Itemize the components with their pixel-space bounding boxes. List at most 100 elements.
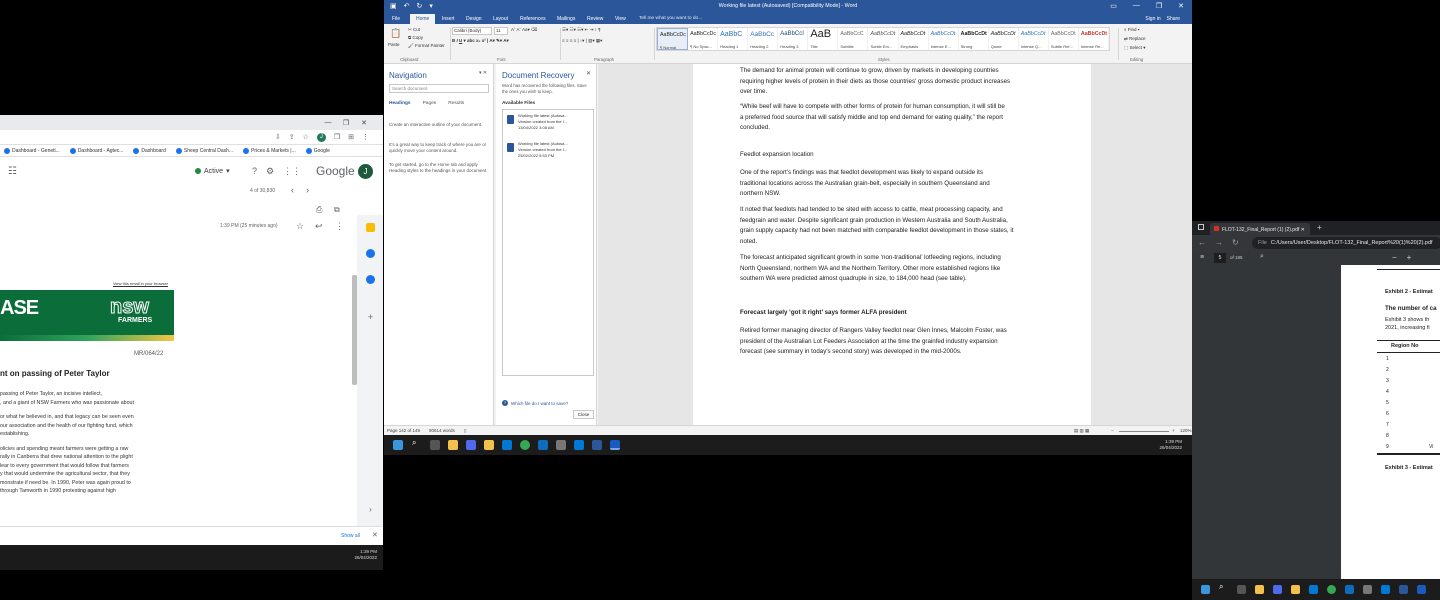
zoom-out-icon[interactable]: − (1392, 253, 1397, 262)
apps-grid-icon[interactable]: ⋮⋮ (283, 166, 301, 177)
file-explorer-icon[interactable] (1255, 585, 1264, 594)
folder-icon[interactable] (484, 440, 494, 450)
tab-view[interactable]: View (615, 16, 626, 22)
font-name-select[interactable]: Calibri (Body) (452, 27, 492, 35)
tasks-icon[interactable] (366, 249, 375, 258)
app-icon[interactable] (556, 440, 566, 450)
style-quote[interactable]: AaBbCcDt Quote (989, 28, 1019, 50)
zoom-out-button[interactable]: − (1111, 428, 1114, 433)
tab-layout[interactable]: Layout (493, 16, 508, 22)
format-painter-button[interactable]: 🖌 Format Painter (408, 43, 445, 49)
status-dropdown[interactable]: Active ▾ (195, 167, 230, 175)
list-controls[interactable]: ☰▾ ☷▾ ☵▾ ⇤ ⇥ ↕ ¶ (562, 27, 601, 33)
view-mode-icons[interactable]: ▤ ▥ ▦ (1074, 428, 1089, 434)
close-button[interactable]: ✕ (359, 119, 369, 127)
tab-review[interactable]: Review (587, 16, 603, 22)
navigation-search-input[interactable]: Search document (389, 84, 489, 93)
pdf-page[interactable]: Exhibit 2 - Estimat The number of ca Exh… (1341, 265, 1440, 579)
chevron-left-icon[interactable]: ‹ (291, 185, 294, 195)
tab-insert[interactable]: Insert (442, 16, 455, 22)
proofing-icon[interactable]: ▯ (464, 428, 466, 434)
filter-icon[interactable]: ☷ (8, 166, 17, 177)
search-icon[interactable]: ⌕ (412, 438, 422, 448)
page-count[interactable]: Page 142 of 149 (387, 428, 420, 433)
share-icon[interactable]: ⇪ (289, 133, 295, 141)
word-icon[interactable] (1399, 585, 1408, 594)
bookmark-item[interactable]: Prices & Markets |... (243, 147, 296, 154)
print-icon[interactable]: ⎙ (316, 205, 322, 215)
alignment-controls[interactable]: ≡ ≡ ≡ ≡ | ↕▾ | ▥▾ ▦▾ (562, 38, 602, 44)
bookmark-item[interactable]: Dashboard (133, 147, 166, 154)
font-size-controls[interactable]: Aˆ Aˇ Aa▾ ⌫ (511, 27, 537, 33)
chrome-icon[interactable] (520, 440, 530, 450)
search-icon[interactable]: ⌕ (1219, 582, 1228, 591)
style-heading-1[interactable]: AaBbC Heading 1 (718, 28, 749, 50)
more-icon[interactable]: ⋮ (335, 221, 344, 232)
gear-icon[interactable]: ⚙ (266, 166, 274, 177)
style-intense-emphasis[interactable]: AaBbCcDt Intense E... (929, 28, 959, 50)
tab-results[interactable]: Results (448, 101, 464, 106)
style-intense-reference[interactable]: AaBbCcDt Intense Re... (1079, 28, 1109, 50)
bookmark-item[interactable]: Dashboard - Agtec... (69, 147, 123, 154)
zoom-slider[interactable] (1119, 431, 1169, 432)
word-active-icon[interactable] (610, 440, 620, 450)
reply-icon[interactable]: ↩ (315, 221, 323, 232)
word-count[interactable]: 90614 words (429, 428, 455, 433)
style-heading-3[interactable]: AaBbCcI Heading 3 (778, 28, 809, 50)
chevron-right-icon[interactable]: › (306, 185, 309, 195)
font-size-select[interactable]: 11 (494, 27, 508, 35)
tab-references[interactable]: References (520, 16, 546, 22)
close-button[interactable]: ✕ (1178, 2, 1184, 10)
maximize-button[interactable]: ❐ (341, 119, 351, 127)
teams-icon[interactable] (466, 440, 476, 450)
word-active-icon[interactable] (1417, 585, 1426, 594)
photos-icon[interactable] (574, 440, 584, 450)
page-number-input[interactable]: 5 (1214, 253, 1226, 263)
style-no-spacing[interactable]: AaBbCcDc ¶ No Spac... (688, 28, 719, 50)
zoom-level[interactable]: 120% (1180, 428, 1192, 433)
chevron-right-icon[interactable]: › (366, 505, 375, 514)
new-tab-icon[interactable]: + (1317, 223, 1322, 232)
account-avatar[interactable]: J (358, 163, 373, 179)
bookmark-item[interactable]: Sheep Central Dash... (175, 147, 233, 154)
style-normal[interactable]: AaBbCcDc ¶ Normal (657, 28, 689, 50)
download-icon[interactable]: ⇩ (275, 133, 281, 141)
cut-button[interactable]: ✂ Cut (408, 27, 420, 33)
show-all-button[interactable]: Show all (341, 533, 360, 539)
tell-me-search[interactable]: Tell me what you want to do... (639, 16, 702, 21)
chrome-icon[interactable] (1327, 585, 1336, 594)
font-format-controls[interactable]: B I U ▾ abc x₂ x² | A▾ ✎▾ A▾ (452, 38, 509, 44)
menu-icon[interactable]: ≡ (1200, 254, 1204, 261)
keep-icon[interactable] (366, 223, 375, 232)
pdf-tab[interactable]: FLOT-132_Final_Report (1) (2).pdf ✕ (1210, 223, 1310, 235)
star-icon[interactable]: ☆ (296, 221, 304, 232)
word-icon[interactable] (592, 440, 602, 450)
sign-in-link[interactable]: Sign in (1145, 16, 1160, 22)
app-icon[interactable] (1363, 585, 1372, 594)
find-button[interactable]: ⌕ Find ▾ (1124, 27, 1140, 32)
recovered-file[interactable]: Working file latest (Autosa... Version c… (507, 113, 591, 137)
minimize-button[interactable]: — (1133, 2, 1140, 10)
close-icon[interactable]: ▾ ✕ (479, 70, 487, 76)
tab-home[interactable]: Home (410, 14, 436, 24)
tab-headings[interactable]: Headings (389, 101, 411, 106)
search-icon[interactable]: ⌕ (1260, 253, 1264, 261)
task-view-icon[interactable] (430, 440, 440, 450)
tab-design[interactable]: Design (466, 16, 482, 22)
style-heading-2[interactable]: AaBbCc Heading 2 (748, 28, 779, 50)
recovered-file[interactable]: Working file latest (Autosa... Version c… (507, 141, 591, 165)
edge-icon[interactable] (502, 440, 512, 450)
back-icon[interactable]: ← (1198, 238, 1206, 247)
folder-icon[interactable] (1291, 585, 1300, 594)
tab-mailings[interactable]: Mailings (557, 16, 575, 22)
reload-icon[interactable]: ↻ (1232, 238, 1239, 247)
extensions-icon[interactable]: ⊞ (348, 133, 354, 141)
task-view-icon[interactable] (1237, 585, 1246, 594)
maximize-button[interactable]: ❐ (1156, 2, 1162, 10)
tab-file[interactable]: File (392, 16, 400, 22)
style-subtle-emphasis[interactable]: AaBbCcDt Subtle Em... (868, 28, 899, 50)
outlook-icon[interactable] (1345, 585, 1354, 594)
address-input[interactable]: File C:/Users/User/Desktop/FLOT-132_Final… (1252, 237, 1440, 249)
share-button[interactable]: Share (1167, 16, 1180, 22)
zoom-in-button[interactable]: + (1172, 428, 1175, 433)
